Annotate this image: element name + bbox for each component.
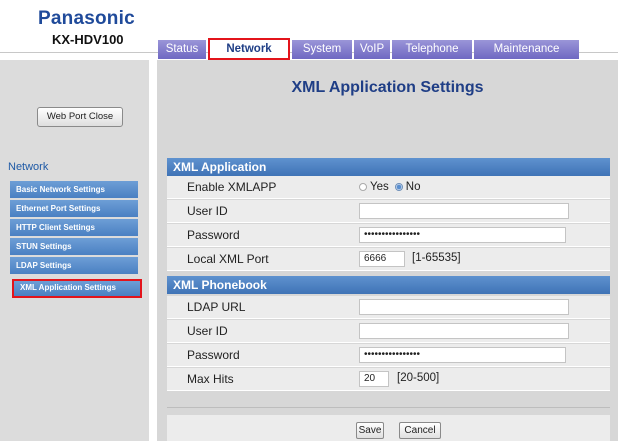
enable-xmlapp-radio-group: Yes No (359, 181, 420, 193)
sidebar-item-ethernet-port[interactable]: Ethernet Port Settings (10, 200, 138, 217)
phonebook-user-id-label: User ID (187, 324, 228, 338)
phonebook-password-label: Password (187, 348, 240, 362)
password-label: Password (187, 228, 240, 242)
row-phonebook-user-id: User ID (167, 320, 610, 343)
user-id-label: User ID (187, 204, 228, 218)
row-max-hits: Max Hits 20 [20-500] (167, 368, 610, 391)
sidebar-item-xml-application[interactable]: XML Application Settings (12, 279, 142, 298)
radio-yes-label: Yes (370, 181, 389, 193)
save-button[interactable]: Save (356, 422, 384, 439)
model-name: KX-HDV100 (52, 32, 124, 47)
radio-no-label: No (405, 181, 421, 193)
ldap-url-label: LDAP URL (187, 300, 246, 314)
phonebook-password-input[interactable]: •••••••••••••••• (359, 347, 566, 363)
password-input[interactable]: •••••••••••••••• (359, 227, 566, 243)
radio-yes[interactable] (359, 183, 367, 191)
sidebar-item-basic-network[interactable]: Basic Network Settings (10, 181, 138, 198)
enable-xmlapp-label: Enable XMLAPP (187, 180, 277, 194)
brand-logo: Panasonic (38, 8, 135, 29)
row-password: Password •••••••••••••••• (167, 224, 610, 247)
tab-voip[interactable]: VoIP (354, 40, 390, 59)
sidebar-item-ldap[interactable]: LDAP Settings (10, 257, 138, 274)
local-xml-port-input[interactable]: 6666 (359, 251, 405, 267)
user-id-input[interactable] (359, 203, 569, 219)
cancel-button[interactable]: Cancel (399, 422, 441, 439)
row-ldap-url: LDAP URL (167, 296, 610, 319)
row-enable-xmlapp: Enable XMLAPP Yes No (167, 176, 610, 199)
sidebar-item-stun[interactable]: STUN Settings (10, 238, 138, 255)
phonebook-user-id-input[interactable] (359, 323, 569, 339)
tab-network[interactable]: Network (208, 38, 290, 60)
web-port-close-button[interactable]: Web Port Close (37, 107, 123, 127)
local-xml-port-label: Local XML Port (187, 252, 269, 266)
local-xml-port-range: [1-65535] (412, 252, 461, 264)
radio-no[interactable] (394, 183, 403, 191)
row-phonebook-password: Password •••••••••••••••• (167, 344, 610, 367)
sidebar-heading: Network (8, 161, 49, 173)
max-hits-input[interactable]: 20 (359, 371, 389, 387)
footer-divider (167, 407, 610, 408)
max-hits-label: Max Hits (187, 372, 234, 386)
max-hits-range: [20-500] (397, 372, 440, 384)
tab-system[interactable]: System (292, 40, 352, 59)
tab-maintenance[interactable]: Maintenance (474, 40, 579, 59)
tab-status[interactable]: Status (158, 40, 206, 59)
tab-bar: Status Network System VoIP Telephone Mai… (158, 38, 581, 60)
section-xml-phonebook: XML Phonebook (167, 276, 610, 294)
row-user-id: User ID (167, 200, 610, 223)
ldap-url-input[interactable] (359, 299, 569, 315)
section-xml-application: XML Application (167, 158, 610, 176)
page-title: XML Application Settings (291, 79, 484, 96)
row-local-xml-port: Local XML Port 6666 [1-65535] (167, 248, 610, 271)
tab-telephone[interactable]: Telephone (392, 40, 472, 59)
sidebar-item-http-client[interactable]: HTTP Client Settings (10, 219, 138, 236)
action-bar (167, 415, 610, 441)
